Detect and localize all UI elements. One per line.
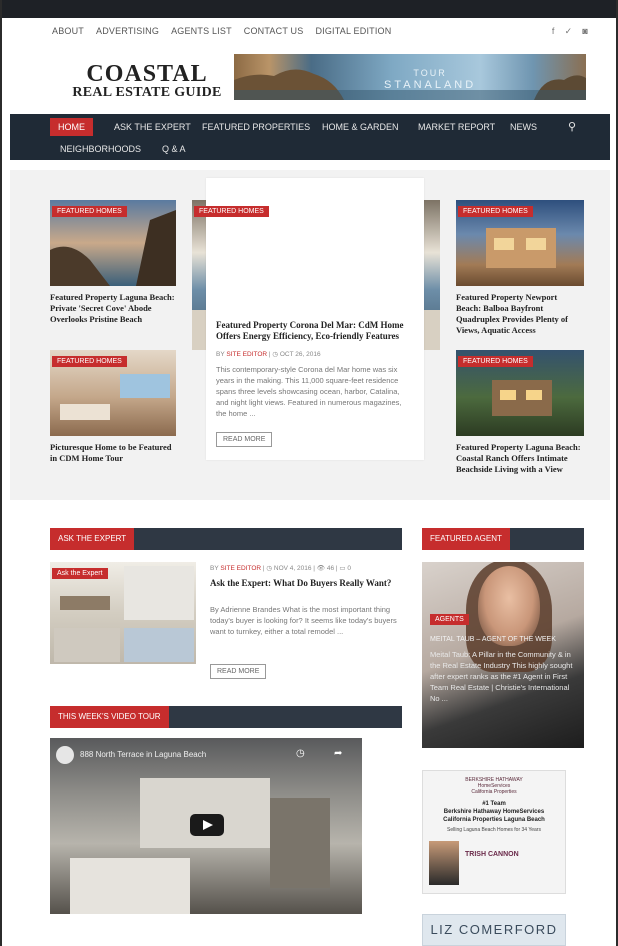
featured-thumb[interactable]: FEATURED HOMES <box>456 200 584 286</box>
nav-market-report[interactable]: MARKET REPORT <box>418 122 495 132</box>
site-header: COASTAL REAL ESTATE GUIDE TOUR STANALAND <box>10 48 610 112</box>
logo-line-2: REAL ESTATE GUIDE <box>72 85 222 100</box>
nav-q-and-a[interactable]: Q & A <box>162 144 186 154</box>
nav-home[interactable]: HOME <box>50 118 93 136</box>
post-date: NOV 4, 2016 <box>273 565 312 572</box>
ask-expert-section-header: ASK THE EXPERT <box>50 528 402 550</box>
ask-expert-label[interactable]: ASK THE EXPERT <box>50 528 135 550</box>
instagram-icon[interactable]: ◙ <box>582 26 588 37</box>
featured-title[interactable]: Featured Property Laguna Beach: Private … <box>50 292 176 325</box>
ad-headline: #1 Team <box>482 801 506 807</box>
social-icons: f ✓ ◙ <box>552 26 588 37</box>
utility-link-agents-list[interactable]: AGENTS LIST <box>171 26 232 36</box>
utility-link-advertising[interactable]: ADVERTISING <box>96 26 159 36</box>
banner-line-2: STANALAND <box>384 78 477 91</box>
nav-featured-properties[interactable]: FEATURED PROPERTIES <box>202 122 310 132</box>
featured-thumb[interactable]: FEATURED HOMES <box>50 200 176 286</box>
sidebar-ad-liz-comerford[interactable]: LIZ COMERFORD <box>422 914 566 946</box>
main-feature-card: Featured Property Corona Del Mar: CdM Ho… <box>206 178 424 460</box>
logo-line-1: COASTAL <box>86 61 208 87</box>
ad-line-3: Selling Laguna Beach Homes for 34 Years <box>447 827 541 833</box>
featured-tag[interactable]: FEATURED HOMES <box>458 206 533 217</box>
main-feature-excerpt: This contemporary-style Corona del Mar h… <box>216 365 402 418</box>
ask-expert-excerpt: By Adrienne Brandes What is the most imp… <box>210 605 397 636</box>
utility-link-digital-edition[interactable]: DIGITAL EDITION <box>315 26 391 36</box>
featured-agent-section-header: FEATURED AGENT <box>422 528 584 550</box>
ask-expert-thumb-tag[interactable]: Ask the Expert <box>52 568 108 579</box>
top-black-bar <box>2 0 616 18</box>
read-more-button[interactable]: READ MORE <box>216 432 273 447</box>
twitter-icon[interactable]: ✓ <box>565 26 573 37</box>
featured-agent-label[interactable]: FEATURED AGENT <box>422 528 510 550</box>
banner-watermark: TOUR STANALAND <box>384 68 476 92</box>
view-count: 46 <box>326 565 335 572</box>
ad-line-2: California Properties Laguna Beach <box>443 817 545 823</box>
nav-ask-the-expert[interactable]: ASK THE EXPERT <box>114 122 191 132</box>
utility-link-about[interactable]: ABOUT <box>52 26 84 36</box>
featured-title[interactable]: Picturesque Home to be Featured in CDM H… <box>50 442 176 464</box>
agent-description: Meital Taub: A Pillar in the Community &… <box>430 650 573 703</box>
featured-thumb[interactable]: FEATURED HOMES <box>456 350 584 436</box>
featured-tag[interactable]: FEATURED HOMES <box>458 356 533 367</box>
nav-home-and-garden[interactable]: HOME & GARDEN <box>322 122 399 132</box>
search-icon[interactable]: ⚲ <box>568 120 576 133</box>
agent-name[interactable]: MEITAL TAUB – AGENT OF THE WEEK <box>430 634 580 645</box>
header-banner-ad[interactable]: TOUR STANALAND <box>234 54 586 100</box>
featured-title[interactable]: Featured Property Newport Beach: Balboa … <box>456 292 584 336</box>
main-feature-title[interactable]: Featured Property Corona Del Mar: CdM Ho… <box>216 320 414 342</box>
site-logo[interactable]: COASTAL REAL ESTATE GUIDE <box>62 62 232 100</box>
video-tour-section-header: THIS WEEK'S VIDEO TOUR <box>50 706 402 728</box>
post-date: OCT 26, 2016 <box>279 351 321 358</box>
utility-link-contact-us[interactable]: CONTACT US <box>244 26 304 36</box>
ask-expert-thumb[interactable]: Ask the Expert <box>50 562 196 664</box>
utility-nav: ABOUT ADVERTISING AGENTS LIST CONTACT US… <box>10 22 610 40</box>
clock-icon: ◷ <box>272 351 279 358</box>
video-tour-label[interactable]: THIS WEEK'S VIDEO TOUR <box>50 706 169 728</box>
comment-icon: ▭ <box>339 565 346 572</box>
featured-tag[interactable]: FEATURED HOMES <box>52 356 127 367</box>
featured-tag[interactable]: FEATURED HOMES <box>194 206 269 217</box>
author-link[interactable]: SITE EDITOR <box>226 351 267 358</box>
ask-expert-title[interactable]: Ask the Expert: What Do Buyers Really Wa… <box>210 578 400 589</box>
channel-avatar[interactable] <box>56 746 74 764</box>
ad-brand-sub2: California Properties <box>471 789 517 795</box>
video-player[interactable]: 888 North Terrace in Laguna Beach ◷ ➦ <box>50 738 362 914</box>
read-more-button[interactable]: READ MORE <box>210 664 267 679</box>
ask-expert-meta: BY SITE EDITOR | ◷ NOV 4, 2016 | 👁 46 | … <box>210 565 351 572</box>
ad-agent-name: TRISH CANNON <box>465 851 519 858</box>
ad-line-1: Berkshire Hathaway HomeServices <box>443 809 545 815</box>
clock-icon: ◷ <box>266 565 273 572</box>
nav-neighborhoods[interactable]: NEIGHBORHOODS <box>60 144 141 154</box>
author-link[interactable]: SITE EDITOR <box>220 565 261 572</box>
agents-tag[interactable]: AGENTS <box>430 614 469 625</box>
agent-text-block: MEITAL TAUB – AGENT OF THE WEEK Meital T… <box>430 634 580 704</box>
play-button-icon[interactable] <box>190 814 224 836</box>
main-feature-meta: BY SITE EDITOR | ◷ OCT 26, 2016 <box>216 351 321 358</box>
video-title[interactable]: 888 North Terrace in Laguna Beach <box>80 750 206 759</box>
by-label: BY <box>210 565 219 572</box>
featured-thumb[interactable]: FEATURED HOMES <box>50 350 176 436</box>
facebook-icon[interactable]: f <box>552 26 555 37</box>
share-icon[interactable]: ➦ <box>334 748 342 759</box>
agent-ad-photo <box>429 841 459 885</box>
featured-tag[interactable]: FEATURED HOMES <box>52 206 127 217</box>
banner-line-1: TOUR <box>413 68 447 78</box>
featured-agent-card[interactable]: AGENTS MEITAL TAUB – AGENT OF THE WEEK M… <box>422 562 584 748</box>
nav-news[interactable]: NEWS <box>510 122 537 132</box>
main-nav: HOME ASK THE EXPERT FEATURED PROPERTIES … <box>10 114 610 160</box>
eye-icon: 👁 <box>316 565 326 572</box>
page: ABOUT ADVERTISING AGENTS LIST CONTACT US… <box>0 0 618 946</box>
comment-count: 0 <box>347 565 351 572</box>
watch-later-icon[interactable]: ◷ <box>296 748 305 759</box>
by-label: BY <box>216 351 225 358</box>
featured-title[interactable]: Featured Property Laguna Beach: Coastal … <box>456 442 584 475</box>
sidebar-ad-berkshire[interactable]: BERKSHIRE HATHAWAY HomeServices Californ… <box>422 770 566 894</box>
